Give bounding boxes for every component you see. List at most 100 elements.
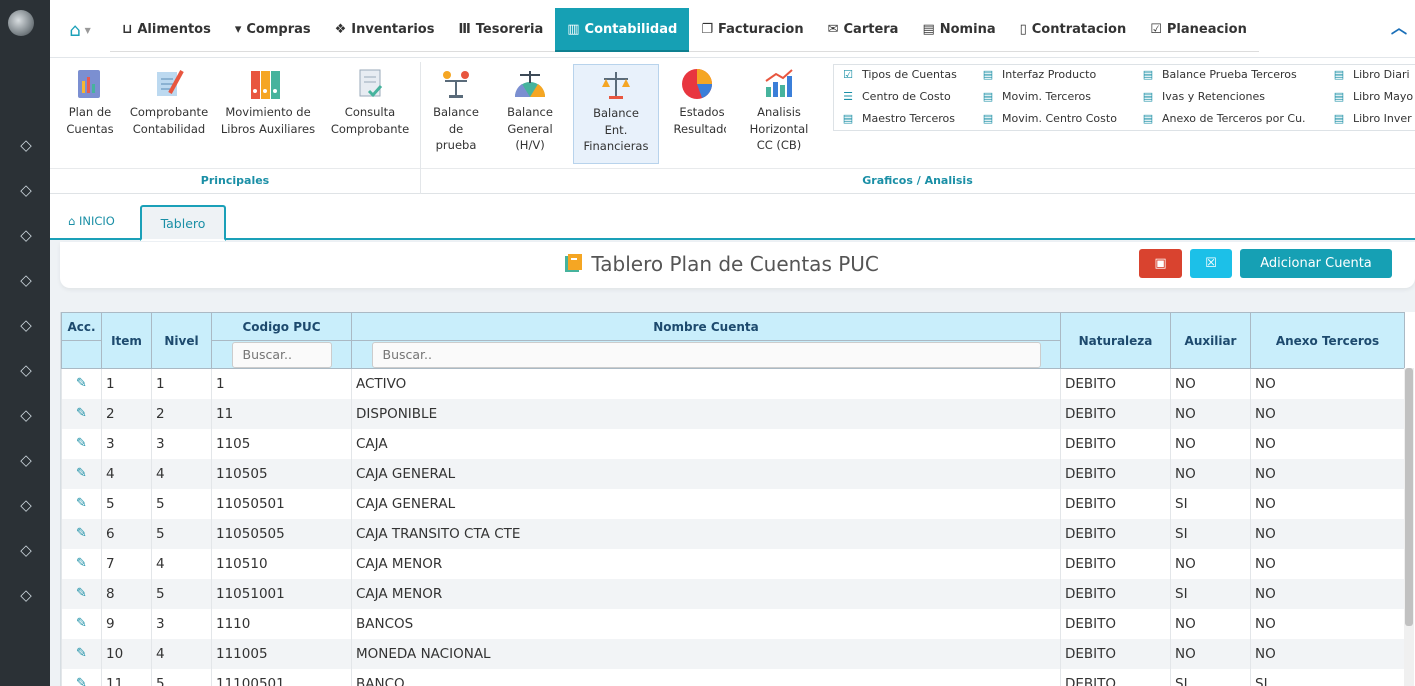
- nav-facturacion[interactable]: ❐ Facturacion: [689, 8, 816, 52]
- col-anexo-terceros[interactable]: Anexo Terceros: [1250, 312, 1405, 369]
- edit-pencil-icon[interactable]: ✎: [61, 668, 102, 686]
- diamond-icon[interactable]: ◇: [17, 452, 35, 468]
- bar-chart-icon: ▥: [567, 21, 580, 37]
- nav-contratacion[interactable]: ▯ Contratacion: [1007, 8, 1139, 52]
- nav-cartera[interactable]: ✉ Cartera: [815, 8, 911, 52]
- scrollbar-thumb[interactable]: [1405, 368, 1413, 626]
- diamond-icon[interactable]: ◇: [17, 362, 35, 378]
- nav-compras[interactable]: ▾ Compras: [222, 8, 323, 52]
- nav-contabilidad[interactable]: ▥ Contabilidad: [555, 8, 690, 52]
- diamond-icon[interactable]: ◇: [17, 137, 35, 153]
- diamond-icon[interactable]: ◇: [17, 497, 35, 513]
- col-auxiliar[interactable]: Auxiliar: [1170, 312, 1251, 369]
- table-row[interactable]: ✎ 7 4 110510 CAJA MENOR DEBITO NO NO: [61, 548, 1405, 579]
- edit-pencil-icon[interactable]: ✎: [61, 458, 102, 489]
- diamond-icon[interactable]: ◇: [17, 542, 35, 558]
- diamond-icon[interactable]: ◇: [17, 587, 35, 603]
- table-row[interactable]: ✎ 9 3 1110 BANCOS DEBITO NO NO: [61, 608, 1405, 639]
- col-nombre-cuenta[interactable]: Nombre Cuenta: [351, 312, 1061, 341]
- table-row[interactable]: ✎ 10 4 111005 MONEDA NACIONAL DEBITO NO NO: [61, 638, 1405, 669]
- nav-nomina[interactable]: ▤ Nomina: [910, 8, 1008, 52]
- document-icon: ▤: [982, 90, 994, 103]
- diamond-icon[interactable]: ◇: [17, 407, 35, 423]
- cell-nombre: MONEDA NACIONAL: [351, 638, 1061, 669]
- edit-pencil-icon[interactable]: ✎: [61, 518, 102, 549]
- cell-item: 6: [101, 518, 152, 549]
- col-item[interactable]: Item: [101, 312, 152, 369]
- nombre-search-input[interactable]: [371, 341, 1041, 368]
- edit-pencil-icon[interactable]: ✎: [61, 368, 102, 399]
- link-interfaz-producto[interactable]: ▤ Interfaz Producto: [980, 68, 1096, 81]
- balance-general-button[interactable]: Balance General (H/V): [496, 64, 564, 154]
- document-icon: ▤: [982, 68, 994, 81]
- link-anexo-terceros[interactable]: ▤ Anexo de Terceros por Cu.: [1140, 112, 1306, 125]
- export-pdf-button[interactable]: ▣: [1139, 249, 1182, 278]
- nav-planeacion[interactable]: ☑ Planeacion: [1138, 8, 1259, 52]
- diamond-icon[interactable]: ◇: [17, 272, 35, 288]
- link-libro-inventario[interactable]: ▤ Libro Inver: [1331, 112, 1412, 125]
- balance-de-prueba-button[interactable]: Balance de prueba: [425, 64, 487, 154]
- estados-resultado-button[interactable]: Estados Resultado: [668, 64, 726, 137]
- diamond-icon[interactable]: ◇: [17, 182, 35, 198]
- link-balance-prueba-terceros[interactable]: ▤ Balance Prueba Terceros: [1140, 68, 1297, 81]
- edit-pencil-icon[interactable]: ✎: [61, 428, 102, 459]
- nav-tesoreria[interactable]: Ⅲ Tesoreria: [446, 8, 556, 52]
- cell-codigo: 1: [211, 368, 352, 399]
- comprobante-contabilidad-button[interactable]: Comprobante Contabilidad: [125, 64, 213, 137]
- table-row[interactable]: ✎ 1 1 1 ACTIVO DEBITO NO NO: [61, 368, 1405, 399]
- table-row[interactable]: ✎ 4 4 110505 CAJA GENERAL DEBITO NO NO: [61, 458, 1405, 489]
- analisis-horizontal-button[interactable]: Analisis Horizontal CC (CB): [736, 64, 822, 154]
- nav-alimentos[interactable]: ⊔ Alimentos: [110, 8, 223, 52]
- table-row[interactable]: ✎ 6 5 11050505 CAJA TRANSITO CTA CTE DEBITO SI…: [61, 518, 1405, 549]
- link-ivas-retenciones[interactable]: ▤ Ivas y Retenciones: [1140, 90, 1265, 103]
- table-row[interactable]: ✎ 5 5 11050501 CAJA GENERAL DEBITO SI NO: [61, 488, 1405, 519]
- cell-nombre: ACTIVO: [351, 368, 1061, 399]
- cell-anexo: SI: [1250, 668, 1405, 686]
- table-row[interactable]: ✎ 8 5 11051001 CAJA MENOR DEBITO SI NO: [61, 578, 1405, 609]
- cell-anexo: NO: [1250, 488, 1405, 519]
- export-excel-button[interactable]: ☒: [1190, 249, 1232, 278]
- link-libro-diario[interactable]: ▤ Libro Diari: [1331, 68, 1410, 81]
- edit-pencil-icon[interactable]: ✎: [61, 578, 102, 609]
- codigo-search-input[interactable]: [231, 341, 332, 368]
- group-label-graficos: Graficos / Analisis: [862, 174, 973, 187]
- quick-links: ☑ Tipos de Cuentas ☰ Centro de Costo ▤ Maes…: [833, 64, 1415, 131]
- cell-nivel: 3: [151, 608, 212, 639]
- table-row[interactable]: ✎ 3 3 1105 CAJA DEBITO NO NO: [61, 428, 1405, 459]
- link-centro-de-costo[interactable]: ☰ Centro de Costo: [840, 90, 951, 103]
- link-movim-terceros[interactable]: ▤ Movim. Terceros: [980, 90, 1091, 103]
- acc-filter-cell: [61, 340, 102, 369]
- link-tipos-de-cuentas[interactable]: ☑ Tipos de Cuentas: [840, 68, 957, 81]
- edit-pencil-icon[interactable]: ✎: [61, 548, 102, 579]
- cell-naturaleza: DEBITO: [1060, 608, 1171, 639]
- col-nivel[interactable]: Nivel: [151, 312, 212, 369]
- home-icon[interactable]: ⌂ ▼: [50, 8, 110, 52]
- diamond-icon[interactable]: ◇: [17, 227, 35, 243]
- edit-pencil-icon[interactable]: ✎: [61, 488, 102, 519]
- tab-inicio[interactable]: ⌂ INICIO: [68, 214, 115, 228]
- edit-pencil-icon[interactable]: ✎: [61, 608, 102, 639]
- nav-inventarios[interactable]: ❖ Inventarios: [322, 8, 447, 52]
- movimiento-libros-auxiliares-button[interactable]: Movimiento de Libros Auxiliares: [220, 64, 316, 137]
- diamond-icon[interactable]: ◇: [17, 317, 35, 333]
- table-row[interactable]: ✎ 11 5 11100501 BANCO DEBITO SI SI: [61, 668, 1405, 686]
- plan-de-cuentas-button[interactable]: Plan de Cuentas: [60, 64, 120, 137]
- tab-tablero[interactable]: Tablero: [140, 205, 226, 241]
- edit-pencil-icon[interactable]: ✎: [61, 398, 102, 429]
- add-account-button[interactable]: Adicionar Cuenta: [1240, 249, 1392, 278]
- link-libro-mayor[interactable]: ▤ Libro Mayo: [1331, 90, 1413, 103]
- table-row[interactable]: ✎ 2 2 11 DISPONIBLE DEBITO NO NO: [61, 398, 1405, 429]
- col-naturaleza[interactable]: Naturaleza: [1060, 312, 1171, 369]
- table-scrollbar[interactable]: [1404, 368, 1414, 686]
- link-movim-centro-costo[interactable]: ▤ Movim. Centro Costo: [980, 112, 1117, 125]
- link-maestro-terceros[interactable]: ▤ Maestro Terceros: [840, 112, 955, 125]
- document-icon: ▤: [982, 112, 994, 125]
- avatar[interactable]: [8, 10, 34, 36]
- balance-ent-financieras-button[interactable]: Balance Ent. Financieras: [573, 64, 659, 164]
- col-codigo-puc[interactable]: Codigo PUC: [211, 312, 352, 341]
- chevron-up-icon[interactable]: ︿: [1391, 14, 1407, 38]
- edit-pencil-icon[interactable]: ✎: [61, 638, 102, 669]
- col-acc[interactable]: Acc.: [61, 312, 102, 341]
- consulta-comprobante-button[interactable]: Consulta Comprobante: [325, 64, 415, 137]
- check-square-icon: ☑: [843, 68, 853, 81]
